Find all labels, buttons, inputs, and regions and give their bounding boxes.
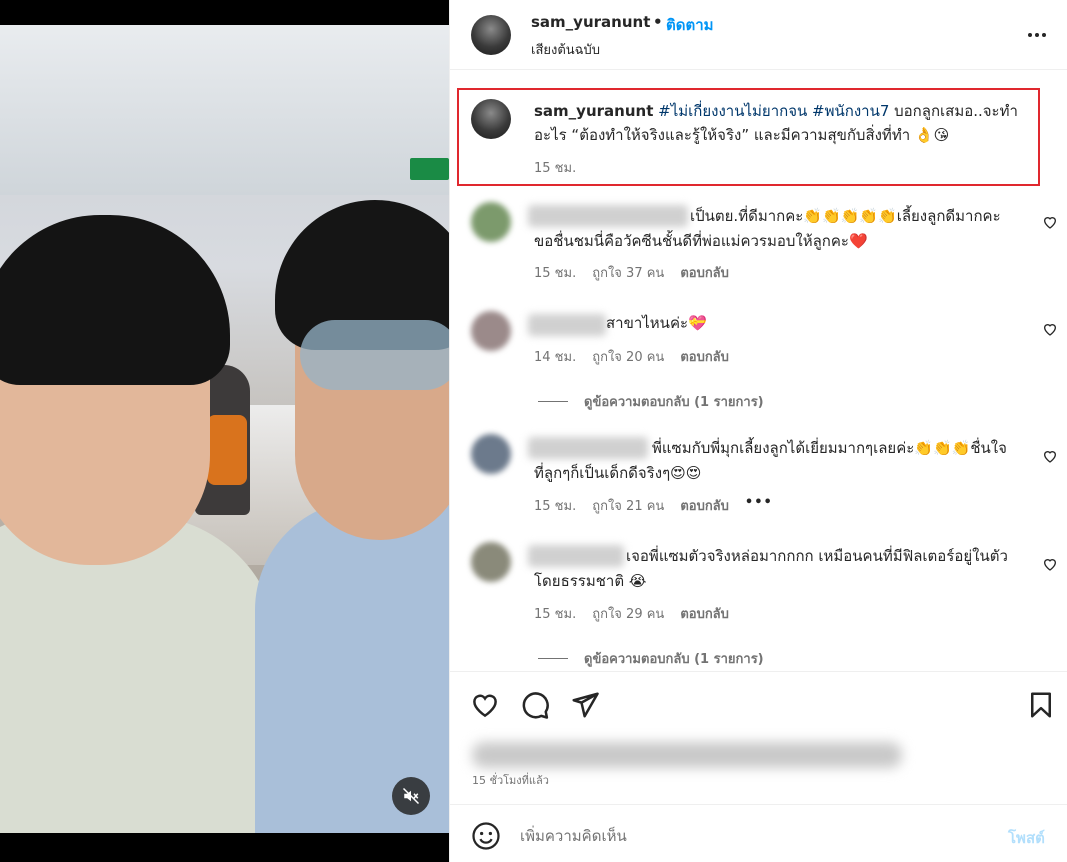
heart-icon[interactable] xyxy=(1042,556,1058,572)
comments-section[interactable]: sam_yuranunt #ไม่เกี่ยงงานไม่ยากจน #พนัก… xyxy=(450,71,1067,671)
follow-button[interactable]: ติดตาม xyxy=(666,13,714,37)
comment-time[interactable]: 14 ชม. xyxy=(534,346,576,367)
commenter-avatar[interactable] xyxy=(471,202,511,242)
person-right xyxy=(255,200,449,833)
view-replies-label[interactable]: ดูข้อความตอบกลับ (1 รายการ) xyxy=(584,648,764,669)
hashtag-link[interactable]: #ไม่เกี่ยงงานไม่ยากจน xyxy=(658,102,807,120)
person-left xyxy=(0,215,280,833)
commenter-avatar[interactable] xyxy=(471,542,511,582)
author-avatar[interactable] xyxy=(471,15,511,55)
comment-input[interactable] xyxy=(520,824,960,848)
author-username[interactable]: sam_yuranunt xyxy=(531,13,650,31)
caption-avatar[interactable] xyxy=(471,99,511,139)
comment-bubble-icon[interactable] xyxy=(520,690,550,720)
comment-likes[interactable]: ถูกใจ 21 คน xyxy=(592,495,664,516)
comment-meta: 14 ชม. ถูกใจ 20 คน ตอบกลับ xyxy=(534,346,729,367)
post-timestamp[interactable]: 15 ชั่วโมงที่แล้ว xyxy=(472,771,549,789)
bookmark-icon[interactable] xyxy=(1026,690,1056,720)
commenter-avatar[interactable] xyxy=(471,434,511,474)
heart-icon[interactable] xyxy=(1042,214,1058,230)
add-comment-bar: โพสต์ xyxy=(450,804,1067,862)
reply-button[interactable]: ตอบกลับ xyxy=(680,346,729,367)
heart-icon[interactable] xyxy=(1042,321,1058,337)
comment-time[interactable]: 15 ชม. xyxy=(534,262,576,283)
comment-meta: 15 ชม. ถูกใจ 29 คน ตอบกลับ xyxy=(534,603,729,624)
more-options-icon[interactable] xyxy=(1028,25,1052,45)
caption-time[interactable]: 15 ชม. xyxy=(534,157,576,178)
view-replies-button[interactable]: ดูข้อความตอบกลับ (1 รายการ) xyxy=(538,648,764,669)
view-replies-button[interactable]: ดูข้อความตอบกลับ (1 รายการ) xyxy=(538,391,764,412)
mute-button[interactable] xyxy=(392,777,430,815)
reply-button[interactable]: ตอบกลับ xyxy=(680,262,729,283)
paper-plane-icon[interactable] xyxy=(570,690,600,720)
heart-icon[interactable] xyxy=(1042,448,1058,464)
speaker-muted-icon xyxy=(402,787,420,805)
comment-text: สาขาไหนค่ะ💝 xyxy=(606,314,707,332)
view-replies-label[interactable]: ดูข้อความตอบกลับ (1 รายการ) xyxy=(584,391,764,412)
action-bar xyxy=(450,671,1067,737)
comment-meta: 15 ชม. ถูกใจ 21 คน ตอบกลับ ••• xyxy=(534,495,773,516)
store-ceiling xyxy=(0,25,449,195)
comment-likes[interactable]: ถูกใจ 37 คน xyxy=(592,262,664,283)
caption-username[interactable]: sam_yuranunt xyxy=(534,102,653,120)
likes-summary-blurred[interactable] xyxy=(472,742,902,768)
comment-time[interactable]: 15 ชม. xyxy=(534,603,576,624)
comment-likes[interactable]: ถูกใจ 20 คน xyxy=(592,346,664,367)
reply-button[interactable]: ตอบกลับ xyxy=(680,495,729,516)
comment-likes[interactable]: ถูกใจ 29 คน xyxy=(592,603,664,624)
replies-divider-line xyxy=(538,658,568,659)
comment-text: เจอพี่แซมตัวจริงหล่อมากกกก เหมือนคนที่มี… xyxy=(534,547,1008,590)
comment-text: พี่แซมกับพี่มุกเลี้ยงลูกได้เยี่ยมมากๆเลย… xyxy=(534,439,1007,482)
smiley-icon[interactable] xyxy=(471,821,501,851)
replies-divider-line xyxy=(538,401,568,402)
post-header: sam_yuranunt • ติดตาม เสียงต้นฉบับ xyxy=(450,0,1067,70)
heart-icon[interactable] xyxy=(470,690,500,720)
comment-time[interactable]: 15 ชม. xyxy=(534,495,576,516)
comment-more-options[interactable]: ••• xyxy=(745,495,773,516)
exit-sign xyxy=(410,158,449,180)
comment-meta: 15 ชม. ถูกใจ 37 คน ตอบกลับ xyxy=(534,262,729,283)
audio-label[interactable]: เสียงต้นฉบับ xyxy=(531,39,600,60)
caption-text: sam_yuranunt #ไม่เกี่ยงงานไม่ยากจน #พนัก… xyxy=(534,99,1034,147)
separator-dot: • xyxy=(653,13,663,31)
commenter-avatar[interactable] xyxy=(471,311,511,351)
hashtag-link[interactable]: #พนักงาน7 xyxy=(812,102,889,120)
comment-text: เป็นตย.ที่ดีมากคะ👏👏👏👏👏เลี้ยงลูกดีมากคะขอ… xyxy=(534,207,1001,250)
post-comment-button[interactable]: โพสต์ xyxy=(1008,826,1045,850)
post-media[interactable] xyxy=(0,0,449,862)
reply-button[interactable]: ตอบกลับ xyxy=(680,603,729,624)
post-panel: sam_yuranunt • ติดตาม เสียงต้นฉบับ sam_y… xyxy=(449,0,1067,862)
video-frame[interactable] xyxy=(0,25,449,833)
